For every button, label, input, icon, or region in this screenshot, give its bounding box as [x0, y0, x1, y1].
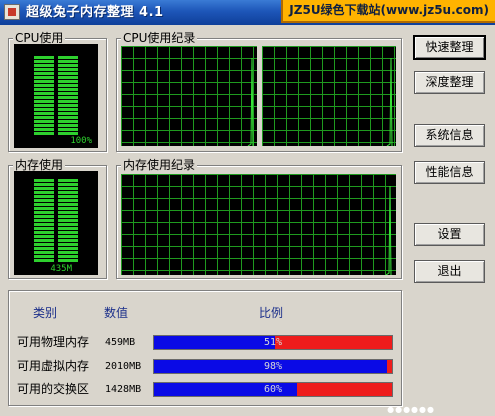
- header-value: 数值: [104, 306, 129, 320]
- history-trace: [385, 185, 392, 275]
- exit-button[interactable]: 退出: [414, 260, 485, 283]
- gauge-segment: [34, 243, 78, 246]
- title-bar[interactable]: 超级兔子内存整理 4.1 JZ5U绿色下载站(www.jz5u.com): [0, 0, 495, 25]
- gauge-segment: [34, 76, 78, 79]
- deep-optimize-button[interactable]: 深度整理: [414, 71, 485, 94]
- cpu-history-grid-1: [121, 46, 257, 146]
- gauge-segment: [34, 231, 78, 234]
- settings-button[interactable]: 设置: [414, 223, 485, 246]
- mem-gauge: 435M: [14, 171, 98, 275]
- cpu-gauge-value: 100%: [70, 136, 92, 146]
- gauge-segment: [34, 88, 78, 91]
- mem-usage-label: 内存使用: [13, 158, 66, 172]
- ratio-bar: 98%: [153, 359, 393, 374]
- gauge-segment: [34, 116, 78, 119]
- gauge-segment: [34, 199, 78, 202]
- mem-history-label: 内存使用纪录: [121, 158, 198, 172]
- gauge-segment: [34, 108, 78, 111]
- mem-gauge-value: 435M: [50, 264, 72, 274]
- gauge-segment: [34, 191, 78, 194]
- gauge-segment: [34, 255, 78, 258]
- window-title: 超级兔子内存整理 4.1: [26, 5, 164, 20]
- footer-decoration: ●●●●●●: [387, 405, 435, 414]
- gauge-segment: [34, 96, 78, 99]
- gauge-segment: [34, 183, 78, 186]
- ratio-bar: 51%: [153, 335, 393, 350]
- gauge-segment: [34, 259, 78, 262]
- app-icon: [4, 4, 20, 20]
- cpu-gauge-bars: [34, 56, 78, 136]
- gauge-segment: [34, 112, 78, 115]
- gauge-segment: [34, 84, 78, 87]
- cpu-usage-label: CPU使用: [13, 31, 66, 45]
- gauge-segment: [34, 227, 78, 230]
- row-value: 459MB: [105, 337, 136, 348]
- ratio-bar-label: 98%: [263, 361, 283, 372]
- gauge-segment: [34, 124, 78, 127]
- ratio-bar-label: 51%: [263, 337, 283, 348]
- gauge-segment: [34, 100, 78, 103]
- gauge-segment: [34, 92, 78, 95]
- ratio-bar-label: 60%: [263, 384, 283, 395]
- header-category: 类别: [33, 306, 58, 320]
- cpu-history-graph-1: [121, 46, 257, 146]
- gauge-segment: [34, 247, 78, 250]
- row-label: 可用物理内存: [17, 335, 90, 349]
- gauge-segment: [34, 60, 78, 63]
- gauge-segment: [34, 179, 78, 182]
- gauge-segment: [34, 211, 78, 214]
- gauge-segment: [34, 132, 78, 135]
- gauge-segment: [34, 219, 78, 222]
- gauge-segment: [34, 235, 78, 238]
- cpu-history-graph-2: [262, 46, 396, 146]
- header-ratio: 比例: [259, 306, 284, 320]
- gauge-segment: [34, 80, 78, 83]
- gauge-segment: [34, 207, 78, 210]
- mem-history-grid: [121, 174, 396, 275]
- gauge-segment: [34, 64, 78, 67]
- mem-gauge-bars: [34, 179, 78, 263]
- quick-optimize-button[interactable]: 快速整理: [414, 36, 485, 59]
- cpu-gauge: 100%: [14, 44, 98, 148]
- gauge-segment: [34, 195, 78, 198]
- gauge-segment: [34, 223, 78, 226]
- history-trace: [386, 57, 393, 146]
- row-value: 1428MB: [105, 384, 142, 395]
- gauge-segment: [34, 120, 78, 123]
- gauge-segment: [34, 128, 78, 131]
- row-label: 可用的交换区: [17, 382, 90, 396]
- system-info-button[interactable]: 系统信息: [414, 124, 485, 147]
- gauge-segment: [34, 56, 78, 59]
- gauge-segment: [34, 72, 78, 75]
- cpu-history-grid-2: [262, 46, 396, 146]
- gauge-segment: [34, 215, 78, 218]
- gauge-segment: [34, 251, 78, 254]
- gauge-segment: [34, 187, 78, 190]
- app-window: 超级兔子内存整理 4.1 JZ5U绿色下载站(www.jz5u.com) CPU…: [0, 0, 495, 416]
- history-trace: [247, 57, 254, 146]
- ratio-bar: 60%: [153, 382, 393, 397]
- gauge-segment: [34, 104, 78, 107]
- row-value: 2010MB: [105, 361, 142, 372]
- mem-history-graph: [121, 174, 396, 275]
- performance-info-button[interactable]: 性能信息: [414, 161, 485, 184]
- gauge-segment: [34, 68, 78, 71]
- gauge-segment: [34, 239, 78, 242]
- row-label: 可用虚拟内存: [17, 359, 90, 373]
- gauge-segment: [34, 203, 78, 206]
- cpu-history-label: CPU使用纪录: [121, 31, 198, 45]
- watermark-banner: JZ5U绿色下载站(www.jz5u.com): [281, 0, 495, 23]
